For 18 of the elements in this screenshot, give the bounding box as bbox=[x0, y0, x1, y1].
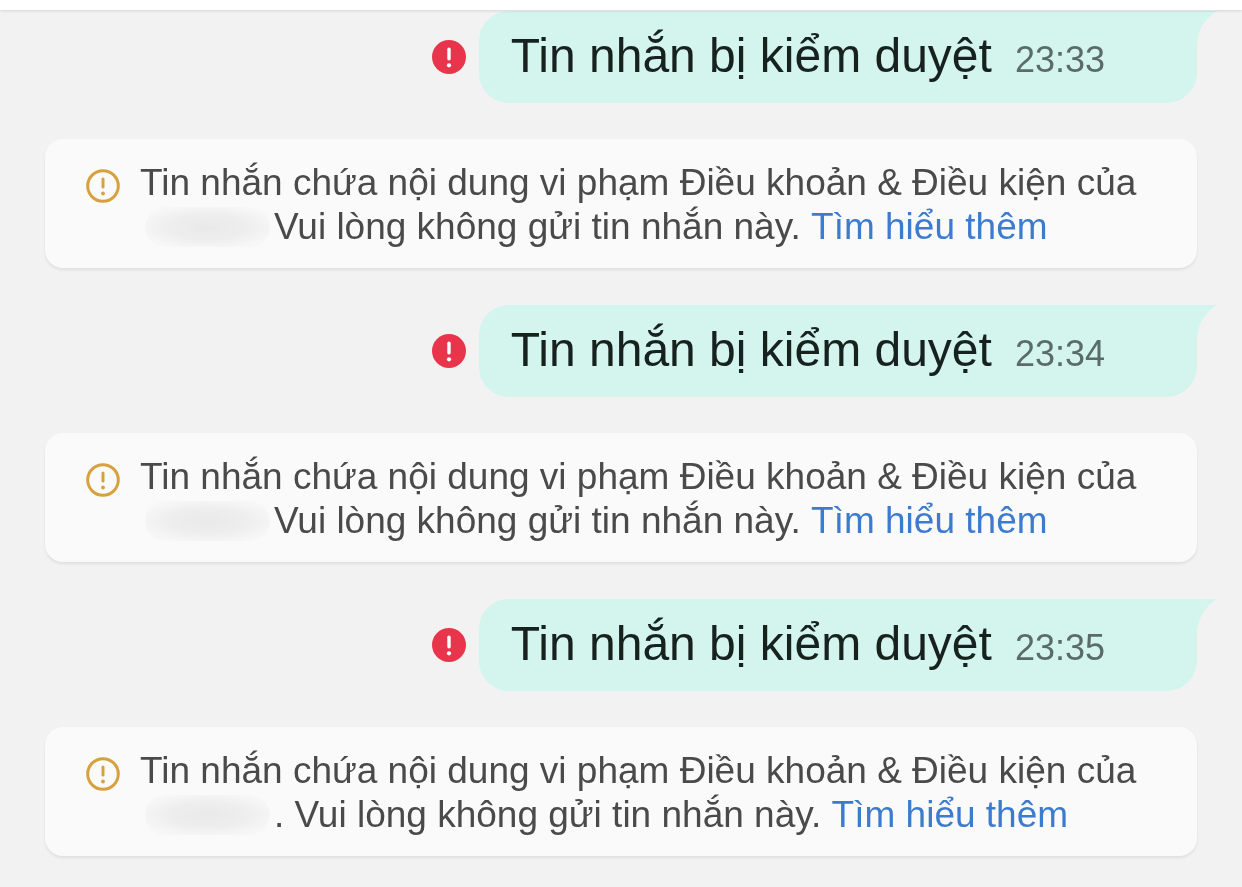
warning-icon bbox=[86, 169, 120, 203]
notice-text: . Vui lòng không gửi tin nhắn này. bbox=[274, 793, 822, 837]
notice-text: Vui lòng không gửi tin nhắn này. bbox=[274, 499, 801, 543]
message-time: 23:34 bbox=[1014, 333, 1105, 375]
notice-text: Vui lòng không gửi tin nhắn này. bbox=[274, 205, 801, 249]
notice-text: Tin nhắn chứa nội dung vi phạm Điều khoản & Điều kiện của bbox=[140, 161, 1137, 205]
warning-icon bbox=[86, 757, 120, 791]
learn-more-link[interactable]: Tìm hiểu thêm bbox=[811, 205, 1048, 249]
message-time: 23:33 bbox=[1014, 39, 1105, 81]
message-text: Tin nhắn bị kiểm duyệt bbox=[510, 322, 992, 378]
notice-text: Tin nhắn chứa nội dung vi phạm Điều khoản & Điều kiện của bbox=[140, 455, 1137, 499]
learn-more-link[interactable]: Tìm hiểu thêm bbox=[831, 793, 1069, 837]
message-text: Tin nhắn bị kiểm duyệt bbox=[510, 616, 992, 672]
learn-more-link[interactable]: Tìm hiểu thêm bbox=[811, 499, 1048, 543]
message-time: 23:35 bbox=[1014, 627, 1105, 669]
warning-icon bbox=[86, 463, 120, 497]
message-text: Tin nhắn bị kiểm duyệt bbox=[510, 28, 992, 84]
notice-text: Tin nhắn chứa nội dung vi phạm Điều khoản & Điều kiện của bbox=[140, 749, 1137, 793]
